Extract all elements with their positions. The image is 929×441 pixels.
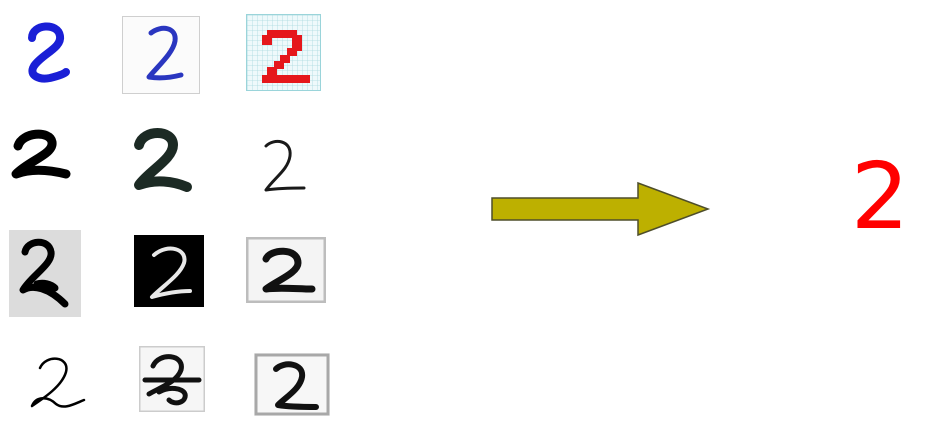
- digit-sample-blue-boxed: [122, 16, 200, 94]
- arrow-right-icon: [490, 181, 712, 237]
- digit-sample-blue-marker: [18, 18, 78, 86]
- digit-sample-cursive: [26, 346, 90, 416]
- digit-sample-scanned-loop: [139, 346, 205, 412]
- recognized-digit-label: 2: [850, 143, 910, 250]
- digit-sample-dark-brush: [127, 127, 195, 197]
- digit-sample-scanned-box: [254, 353, 330, 416]
- digit-sample-scanned: [246, 237, 326, 303]
- digit-sample-gray-background: [9, 230, 81, 317]
- digit-sample-thin-pen: [256, 134, 314, 198]
- digit-sample-inverted: [134, 235, 204, 307]
- digit-sample-pixel-grid: [246, 14, 321, 91]
- digit-sample-thick-brush: [8, 128, 74, 186]
